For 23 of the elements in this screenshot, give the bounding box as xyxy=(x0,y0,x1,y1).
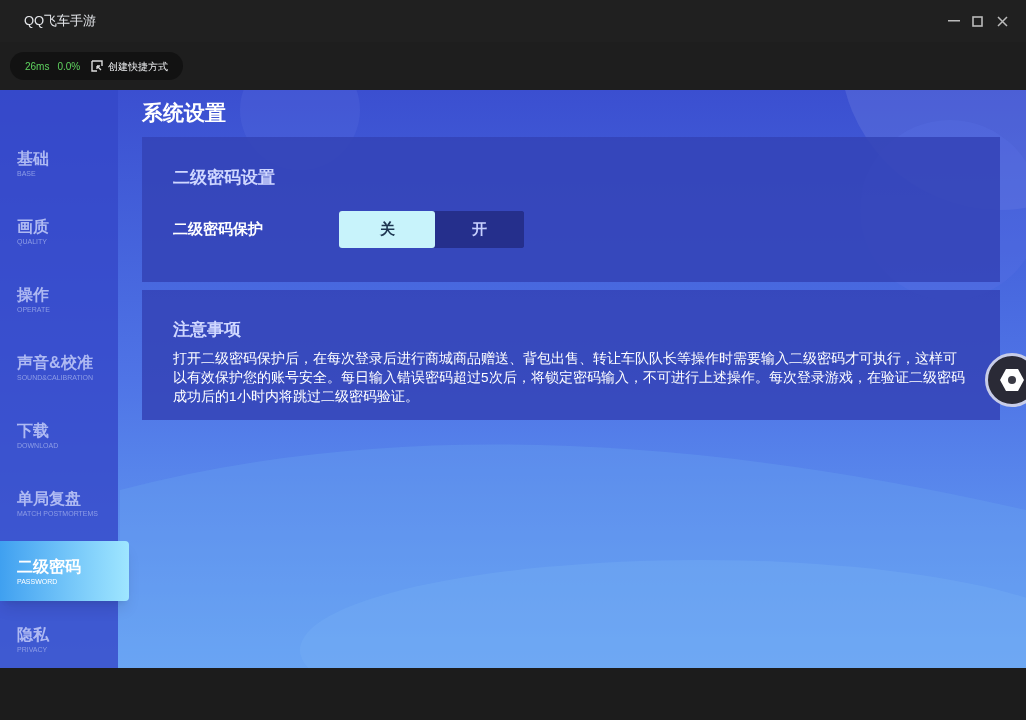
tab-label: 声音&校准 xyxy=(17,352,94,373)
setting-label: 二级密码保护 xyxy=(173,218,264,239)
panel-title: 二级密码设置 xyxy=(173,167,276,189)
tab-label: 隐私 xyxy=(17,624,50,645)
create-shortcut-link[interactable]: 创建快捷方式 xyxy=(108,58,169,74)
page-title: 系统设置 xyxy=(142,100,227,126)
maximize-icon[interactable] xyxy=(972,15,983,27)
minimize-icon[interactable] xyxy=(948,20,960,22)
close-icon[interactable] xyxy=(997,15,1008,27)
panel-title: 注意事项 xyxy=(173,319,242,341)
toggle-option[interactable]: 关 xyxy=(339,210,435,248)
notice-text: 打开二级密码保护后，在每次登录后进行商城商品赠送、背包出售、转让车队队长等操作时需要输入二级密码才可执行，这样可以有效保护您的账号安全。每日输入错误密码超过5次后，将锁定密码输入，不可进行上述操作。每次登录游戏，在验证二级密码成功后的1小时内将跳过二级密码验证。 xyxy=(173,349,966,406)
shortcut-icon[interactable] xyxy=(91,60,104,72)
tab-label: 基础 xyxy=(17,148,50,169)
latency-text: 26ms xyxy=(25,59,50,74)
tab-label: 下载 xyxy=(17,420,50,441)
packet-loss-text: 0.0% xyxy=(57,59,81,74)
hexagon-icon xyxy=(999,368,1025,392)
tab-label: 操作 xyxy=(17,284,50,305)
tab-label: 二级密码 xyxy=(17,556,82,577)
tab-label: 画质 xyxy=(17,216,50,237)
window-title: QQ飞车手游 xyxy=(24,12,97,31)
tab-label: 单局复盘 xyxy=(17,488,82,509)
